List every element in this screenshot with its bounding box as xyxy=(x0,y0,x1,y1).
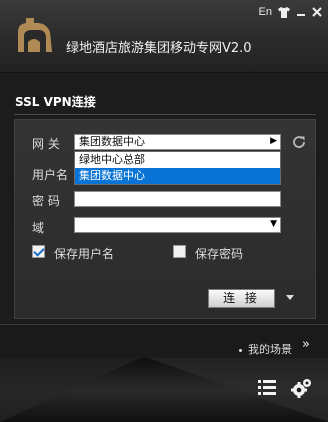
domain-select[interactable]: ▼ xyxy=(74,217,281,233)
password-label: 密 码 xyxy=(32,194,60,208)
password-field[interactable] xyxy=(74,191,281,207)
footer xyxy=(0,358,328,422)
my-scene-label: 我的场景 xyxy=(248,343,292,356)
gateway-label: 网 关 xyxy=(32,137,60,151)
close-icon[interactable] xyxy=(312,7,322,17)
chevron-down-icon: ▼ xyxy=(270,219,277,229)
save-username-label[interactable]: 保存用户名 xyxy=(54,245,114,262)
window-controls: En xyxy=(259,6,322,18)
menu-icon[interactable] xyxy=(258,380,276,395)
title-bar: 绿地酒店旅游集团移动专网V2.0 En xyxy=(0,0,328,73)
gateway-value: 集团数据中心 xyxy=(79,135,145,148)
gateway-dropdown: 绿地中心总部 集团数据中心 xyxy=(74,151,281,185)
gateway-select[interactable]: 集团数据中心 ▶ xyxy=(74,134,281,150)
save-password-label[interactable]: 保存密码 xyxy=(195,245,243,262)
app-title: 绿地酒店旅游集团移动专网V2.0 xyxy=(66,41,252,56)
divider xyxy=(14,114,316,115)
section-title: SSL VPN连接 xyxy=(15,95,96,109)
connect-options-icon[interactable] xyxy=(286,295,294,300)
double-chevron-right-icon[interactable]: » xyxy=(302,337,310,352)
connect-button[interactable]: 连 接 xyxy=(208,289,275,308)
logo-icon xyxy=(18,18,52,52)
shirt-icon[interactable] xyxy=(278,6,290,18)
gateway-option-selected[interactable]: 集团数据中心 xyxy=(75,168,280,184)
domain-label: 域 xyxy=(32,221,45,235)
login-panel: 网 关 集团数据中心 ▶ 绿地中心总部 集团数据中心 用户名 密 码 域 ▼ 保… xyxy=(14,119,316,319)
gear-icon[interactable] xyxy=(291,378,312,399)
main-area: SSL VPN连接 网 关 集团数据中心 ▶ 绿地中心总部 集团数据中心 用户名… xyxy=(0,74,328,324)
save-username-checkbox[interactable] xyxy=(32,245,45,258)
language-toggle[interactable]: En xyxy=(259,6,272,18)
save-password-checkbox[interactable] xyxy=(173,245,186,258)
scene-bar: 我的场景 » xyxy=(0,324,328,358)
gateway-option[interactable]: 绿地中心总部 xyxy=(75,152,280,168)
my-scene-link[interactable]: 我的场景 xyxy=(239,341,292,357)
username-label: 用户名 xyxy=(32,168,69,182)
minimize-icon[interactable] xyxy=(296,7,306,17)
refresh-icon[interactable] xyxy=(291,134,307,150)
arrow-right-icon: ▶ xyxy=(270,136,277,146)
